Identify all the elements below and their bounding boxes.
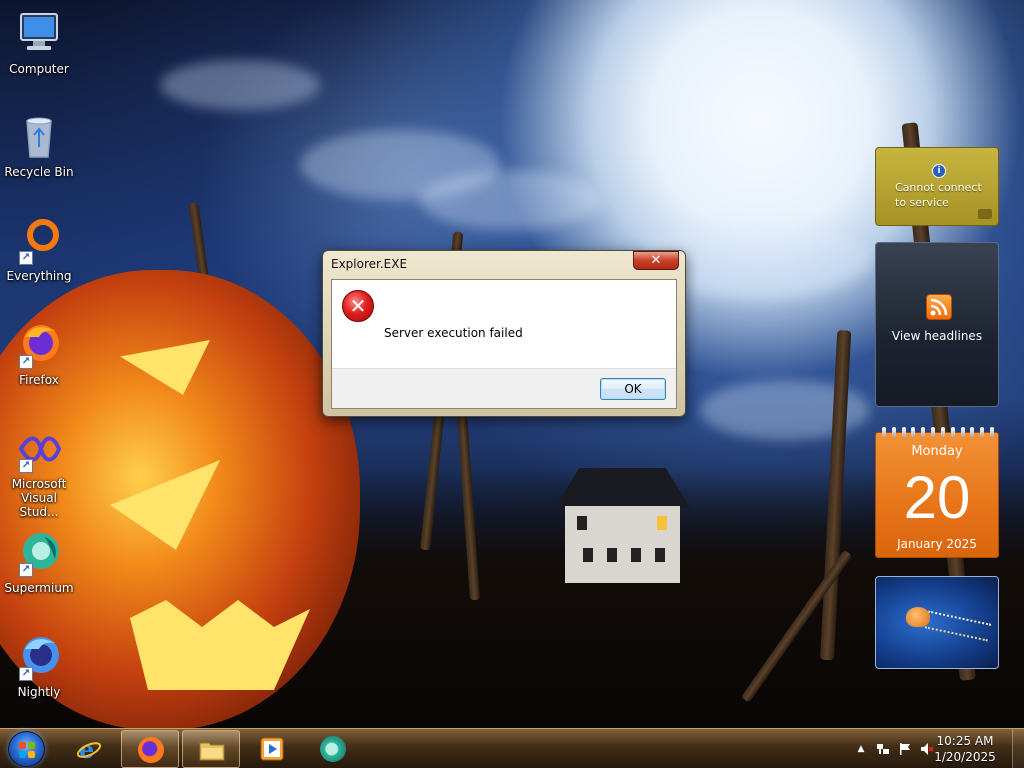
info-icon[interactable]: i [932,164,946,178]
recycle-bin-icon [15,113,63,161]
calendar-weekday: Monday [911,444,963,459]
dialog-button-bar: OK [332,368,676,408]
error-dialog[interactable]: Explorer.EXE ✕ ✕ Server execution failed… [322,250,686,417]
calendar-rings [882,427,994,437]
shortcut-arrow-icon: ↗ [19,251,33,265]
calendar-month-year: January 2025 [897,537,977,551]
network-icon[interactable] [876,742,890,756]
ok-button[interactable]: OK [600,378,666,400]
visual-studio-icon: ↗ [15,425,63,473]
desktop-icon-label: Recycle Bin [4,165,74,179]
currency-gadget[interactable]: i Cannot connect to service [875,147,999,226]
taskbar-firefox[interactable] [121,730,179,768]
dialog-body: ✕ Server execution failed OK [331,279,677,409]
desktop-icon-nightly[interactable]: ↗ Nightly [0,633,78,699]
shortcut-arrow-icon: ↗ [19,667,33,681]
show-desktop-button[interactable] [1012,729,1024,768]
shortcut-arrow-icon: ↗ [19,459,33,473]
firefox-icon [138,737,164,763]
taskbar-clock[interactable]: 10:25 AM 1/20/2025 [930,733,1000,765]
gadget-error-message: Cannot connect to service [895,181,982,209]
desktop-icon-recycle-bin[interactable]: Recycle Bin [0,113,78,179]
show-hidden-icons-button[interactable]: ▲ [854,742,868,756]
media-player-icon [259,736,285,762]
shortcut-arrow-icon: ↗ [19,355,33,369]
taskbar-internet-explorer[interactable]: e [60,730,118,768]
desktop-icon-label: Supermium [4,581,74,595]
supermium-icon [320,736,346,762]
desktop-icon-everything[interactable]: ↗ Everything [0,217,78,283]
everything-icon: ↗ [15,217,63,265]
close-button[interactable]: ✕ [633,251,679,270]
system-tray: ▲ 10:25 AM 1/20/2025 [834,729,1024,768]
taskbar-supermium[interactable] [304,730,362,768]
desktop-icon-firefox[interactable]: ↗ Firefox [0,321,78,387]
start-button[interactable] [8,731,45,767]
firefox-icon: ↗ [15,321,63,369]
view-headlines-link[interactable]: View headlines [876,329,998,343]
clock-date: 1/20/2025 [934,750,996,764]
folder-icon [199,737,225,763]
taskbar-media-player[interactable] [243,730,301,768]
calendar-day: 20 [903,464,971,531]
action-center-flag-icon[interactable] [898,742,912,756]
desktop-icon-computer[interactable]: Computer [0,10,78,76]
shortcut-arrow-icon: ↗ [19,563,33,577]
desktop-icon-label: Everything [6,269,72,283]
desktop-icon-label: Microsoft Visual Stud... [11,477,67,519]
internet-explorer-icon: e [76,735,102,764]
currency-flag-icon [978,209,992,219]
rss-icon [926,294,952,320]
supermium-icon: ↗ [15,529,63,577]
desktop-icon-visual-studio[interactable]: ↗ Microsoft Visual Stud... [0,425,78,519]
slideshow-gadget[interactable] [875,576,999,669]
computer-icon [15,10,63,58]
desktop-icon-label: Firefox [19,373,59,387]
clock-time: 10:25 AM [936,734,994,748]
taskbar: e ▲ 10:25 AM 1/20/2025 [0,728,1024,768]
feed-headlines-gadget[interactable]: View headlines [875,242,999,407]
calendar-gadget[interactable]: Monday 20 January 2025 [875,427,999,558]
desktop-icon-supermium[interactable]: ↗ Supermium [0,529,78,595]
dialog-titlebar[interactable]: Explorer.EXE ✕ [323,251,685,277]
desktop-icon-label: Computer [9,62,69,76]
windows-logo-icon [19,742,26,749]
firefox-nightly-icon: ↗ [15,633,63,681]
dialog-title: Explorer.EXE [331,257,408,271]
taskbar-windows-explorer[interactable] [182,730,240,768]
error-message: Server execution failed [384,326,523,340]
error-icon: ✕ [342,290,374,322]
desktop-icon-label: Nightly [17,685,61,699]
